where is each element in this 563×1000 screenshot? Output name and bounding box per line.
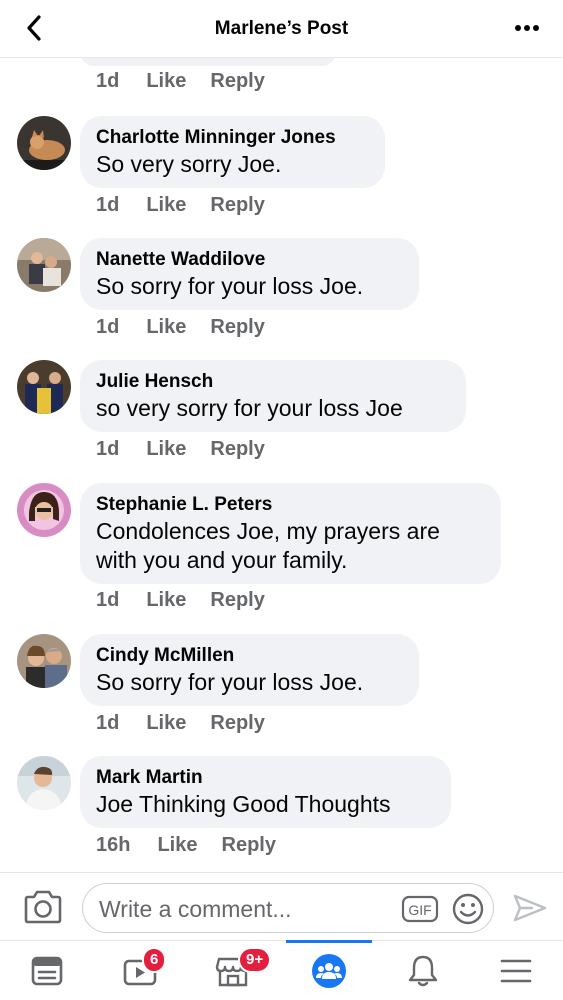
tab-news-feed[interactable] [17, 941, 77, 1000]
comment-time: 1d [96, 316, 120, 338]
comment-box[interactable]: GIF [82, 883, 494, 933]
avatar[interactable] [17, 634, 71, 688]
comment-composer: GIF [0, 872, 563, 940]
comment-bubble[interactable]: Stephanie L. Peters Condolences Joe, my … [80, 483, 501, 584]
comment-meta: 1d Like Reply [96, 712, 265, 735]
comment-bubble[interactable]: Nanette Waddilove So sorry for your loss… [80, 238, 419, 310]
comment-meta: 1d Like Reply [96, 316, 265, 339]
comment-time: 1d [96, 194, 120, 216]
comment-author[interactable]: Nanette Waddilove [96, 248, 403, 272]
tab-marketplace[interactable]: 9+ [203, 941, 272, 1000]
avatar[interactable] [17, 360, 71, 414]
like-link[interactable]: Like [146, 712, 186, 735]
emoji-button[interactable] [451, 892, 485, 926]
send-button[interactable] [512, 893, 548, 923]
comment-time: 1d [96, 70, 120, 92]
tab-groups[interactable] [299, 941, 359, 1000]
comment-author[interactable]: Mark Martin [96, 766, 435, 790]
comment-time: 1d [96, 712, 120, 734]
comment-meta: 1d Like Reply [96, 194, 265, 217]
more-options-button[interactable] [509, 12, 545, 44]
comment-bubble[interactable]: Mark Martin Joe Thinking Good Thoughts [80, 756, 451, 828]
menu-icon [500, 959, 532, 983]
back-button[interactable] [18, 12, 50, 44]
reply-link[interactable]: Reply [210, 70, 264, 93]
avatar[interactable] [17, 238, 71, 292]
bell-icon [408, 955, 438, 987]
like-link[interactable]: Like [146, 589, 186, 612]
like-link[interactable]: Like [146, 194, 186, 217]
comment-input[interactable] [99, 894, 389, 924]
comment-text: so very sorry for your loss Joe [96, 395, 403, 421]
watch-badge: 6 [142, 947, 167, 973]
comment-meta: 16h Like Reply [96, 834, 276, 857]
avatar[interactable] [17, 756, 71, 810]
tab-watch[interactable]: 6 [110, 941, 170, 1000]
gif-button[interactable]: GIF [401, 894, 439, 924]
bottom-tab-bar: 6 9+ [0, 940, 563, 1000]
camera-icon [24, 890, 62, 924]
comment-author[interactable]: Cindy McMillen [96, 644, 403, 668]
marketplace-badge: 9+ [238, 947, 272, 973]
comment-text: So very sorry Joe. [96, 151, 282, 177]
comment-meta: 1d Like Reply [96, 438, 265, 461]
comment-text: So sorry for your loss Joe. [96, 669, 364, 695]
reply-link[interactable]: Reply [210, 589, 264, 612]
gif-label: GIF [408, 902, 431, 918]
comment-text: Joe Thinking Good Thoughts [96, 791, 391, 817]
comment-bubble-partial [80, 58, 336, 66]
send-icon [513, 894, 547, 922]
comment-text: So sorry for your loss Joe. [96, 273, 364, 299]
comment-author[interactable]: Stephanie L. Peters [96, 493, 485, 517]
reply-link[interactable]: Reply [210, 438, 264, 461]
groups-icon [312, 954, 346, 988]
comment-time: 16h [96, 834, 131, 856]
like-link[interactable]: Like [157, 834, 197, 857]
like-link[interactable]: Like [146, 316, 186, 339]
comment-bubble[interactable]: Charlotte Minninger Jones So very sorry … [80, 116, 385, 188]
tab-notifications[interactable] [393, 941, 453, 1000]
comment-author[interactable]: Charlotte Minninger Jones [96, 126, 369, 150]
comment-text-line: with you and your family. [96, 547, 348, 573]
comment-meta: 1d Like Reply [96, 589, 265, 612]
reply-link[interactable]: Reply [210, 712, 264, 735]
page-title: Marlene’s Post [214, 17, 349, 39]
comment-text-line: Condolences Joe, my prayers are [96, 518, 440, 544]
avatar[interactable] [17, 116, 71, 170]
comment-meta: 1d Like Reply [96, 70, 265, 93]
comments-feed[interactable]: 1d Like Reply Charlotte Minninger Jones … [0, 58, 563, 872]
comment-time: 1d [96, 438, 120, 460]
header: Marlene’s Post [0, 0, 563, 58]
tab-menu[interactable] [486, 941, 546, 1000]
camera-button[interactable] [22, 889, 64, 925]
comment-author[interactable]: Julie Hensch [96, 370, 450, 394]
comment-bubble[interactable]: Julie Hensch so very sorry for your loss… [80, 360, 466, 432]
chevron-left-icon [27, 15, 41, 41]
news-feed-icon [31, 956, 63, 986]
reply-link[interactable]: Reply [210, 194, 264, 217]
more-dots-icon [515, 25, 539, 31]
like-link[interactable]: Like [146, 438, 186, 461]
reply-link[interactable]: Reply [210, 316, 264, 339]
gif-icon: GIF [401, 895, 439, 923]
reply-link[interactable]: Reply [222, 834, 276, 857]
comment-time: 1d [96, 589, 120, 611]
avatar[interactable] [17, 483, 71, 537]
smiley-icon [452, 893, 484, 925]
like-link[interactable]: Like [146, 70, 186, 93]
comment-bubble[interactable]: Cindy McMillen So sorry for your loss Jo… [80, 634, 419, 706]
